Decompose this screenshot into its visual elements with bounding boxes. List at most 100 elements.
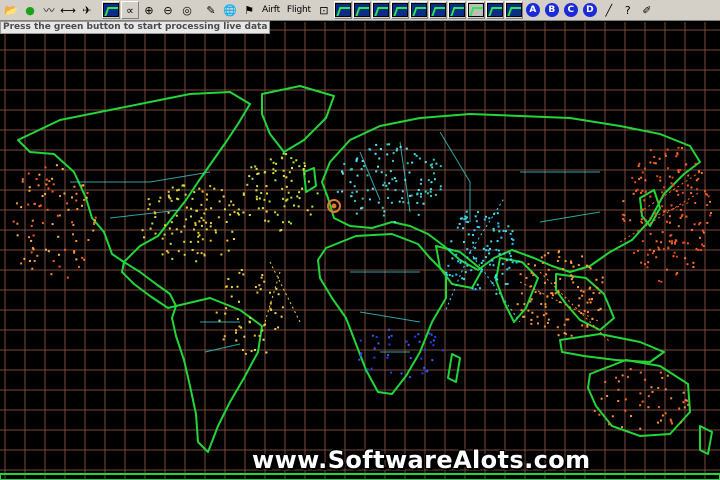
aircraft-dot <box>380 171 383 174</box>
aircraft-dot <box>554 292 557 295</box>
aircraft-dot <box>706 193 708 196</box>
pen-button[interactable]: ╱ <box>600 1 618 19</box>
map-preset-button[interactable] <box>409 1 428 19</box>
aircraft-dot <box>405 340 408 343</box>
zoom-in-button[interactable]: ⊕ <box>140 1 158 19</box>
aircraft-dot <box>45 248 47 251</box>
map-preset-button[interactable] <box>447 1 466 19</box>
start-green-button[interactable]: ● <box>21 1 39 19</box>
aircraft-dot <box>474 288 477 291</box>
layer-icon <box>467 3 484 17</box>
aircraft-dot <box>50 273 53 276</box>
aircraft-dot <box>489 263 491 266</box>
aircraft-button[interactable]: ✈ <box>78 1 96 19</box>
layer-button[interactable] <box>504 1 523 19</box>
globe-button[interactable]: 🌐 <box>221 1 239 19</box>
aircraft-dot <box>16 202 18 205</box>
aircraft-dot <box>589 286 592 289</box>
transmitter-button[interactable]: ⚑ <box>240 1 258 19</box>
draw-button[interactable]: ✎ <box>202 1 220 19</box>
aircraft-dot <box>490 240 493 243</box>
aircraft-dot <box>269 302 272 305</box>
aircraft-dot <box>263 171 266 174</box>
map-preset-button[interactable] <box>390 1 409 19</box>
aircraft-dot <box>260 276 263 279</box>
aircraft-dot <box>373 356 376 359</box>
aircraft-dot <box>598 292 601 295</box>
map-preset-icon <box>391 3 408 17</box>
open-button[interactable]: 📂 <box>2 1 20 19</box>
aircraft-dot <box>341 190 344 193</box>
aircraft-dot <box>664 412 667 415</box>
record-button[interactable]: ⊡ <box>315 1 333 19</box>
letter-button-a[interactable]: A <box>524 1 542 19</box>
range-button[interactable]: ⟷ <box>59 1 77 19</box>
aircraft-dot <box>177 198 180 201</box>
aircraft-dot <box>363 164 366 167</box>
aircraft-dot <box>21 178 24 181</box>
aircraft-dot <box>250 350 253 353</box>
aircraft-dot <box>677 146 680 149</box>
aircraft-dot <box>281 306 284 309</box>
aircraft-dot <box>256 185 259 188</box>
aircraft-dot <box>393 177 396 179</box>
aircraft-dot <box>580 312 583 315</box>
map-preset-button[interactable] <box>428 1 447 19</box>
aircraft-dot <box>205 198 208 201</box>
wave-button[interactable]: 〰 <box>40 1 58 19</box>
aircraft-dot <box>455 273 458 276</box>
transmitter-icon: ⚑ <box>244 3 254 17</box>
aircraft-dot <box>435 162 438 165</box>
map-preset-button[interactable] <box>352 1 371 19</box>
pencil-button[interactable]: ✐ <box>638 1 656 19</box>
aircraft-dot <box>458 222 461 225</box>
aircraft-dot <box>525 276 528 279</box>
text-button-airft[interactable]: Airft <box>259 1 283 19</box>
aircraft-dot <box>640 218 643 221</box>
aircraft-dot <box>359 339 362 342</box>
wave-icon: 〰 <box>43 4 55 17</box>
letter-button-c[interactable]: C <box>562 1 580 19</box>
aircraft-dot <box>388 328 390 331</box>
aircraft-dot <box>388 336 390 339</box>
target-icon: ◎ <box>182 3 192 17</box>
aircraft-dot <box>200 216 203 219</box>
aircraft-dot <box>267 220 270 223</box>
zoom-out-button[interactable]: ⊖ <box>159 1 177 19</box>
layer-button[interactable] <box>485 1 504 19</box>
aircraft-dot <box>242 349 244 351</box>
zoom-tool-icon: ∝ <box>126 3 134 17</box>
zoom-tool-button[interactable]: ∝ <box>121 1 139 19</box>
letter-button-b[interactable]: B <box>543 1 561 19</box>
target-button[interactable]: ◎ <box>178 1 196 19</box>
aircraft-dot <box>163 233 166 236</box>
aircraft-dot <box>295 159 298 162</box>
aircraft-dot <box>282 169 285 172</box>
letter-button-d[interactable]: D <box>581 1 599 19</box>
text-button-flight[interactable]: Flight <box>284 1 314 19</box>
aircraft-dot <box>677 171 680 174</box>
aircraft-dot <box>83 198 86 201</box>
aircraft-dot <box>694 162 697 165</box>
world-map-canvas[interactable] <box>0 22 720 480</box>
aircraft-dot <box>504 230 507 233</box>
aircraft-dot <box>218 319 221 322</box>
aircraft-dot <box>439 188 442 191</box>
map-preset-button[interactable] <box>371 1 390 19</box>
map-view-button[interactable] <box>102 1 120 19</box>
aircraft-dot <box>248 214 251 216</box>
aircraft-dot <box>360 352 363 355</box>
aircraft-dot <box>677 169 680 172</box>
aircraft-dot <box>558 250 560 253</box>
aircraft-dot <box>423 366 426 369</box>
world-map-view[interactable]: www.SoftwareAlots.com <box>0 22 720 480</box>
aircraft-dot <box>214 229 217 232</box>
aircraft-dot <box>193 228 195 231</box>
folder-icon: 📂 <box>4 3 18 17</box>
aircraft-dot <box>203 253 206 256</box>
help-button[interactable]: ? <box>619 1 637 19</box>
layer-button[interactable] <box>466 1 485 19</box>
map-preset-button[interactable] <box>333 1 352 19</box>
aircraft-dot <box>143 236 146 239</box>
aircraft-dot <box>218 200 221 203</box>
